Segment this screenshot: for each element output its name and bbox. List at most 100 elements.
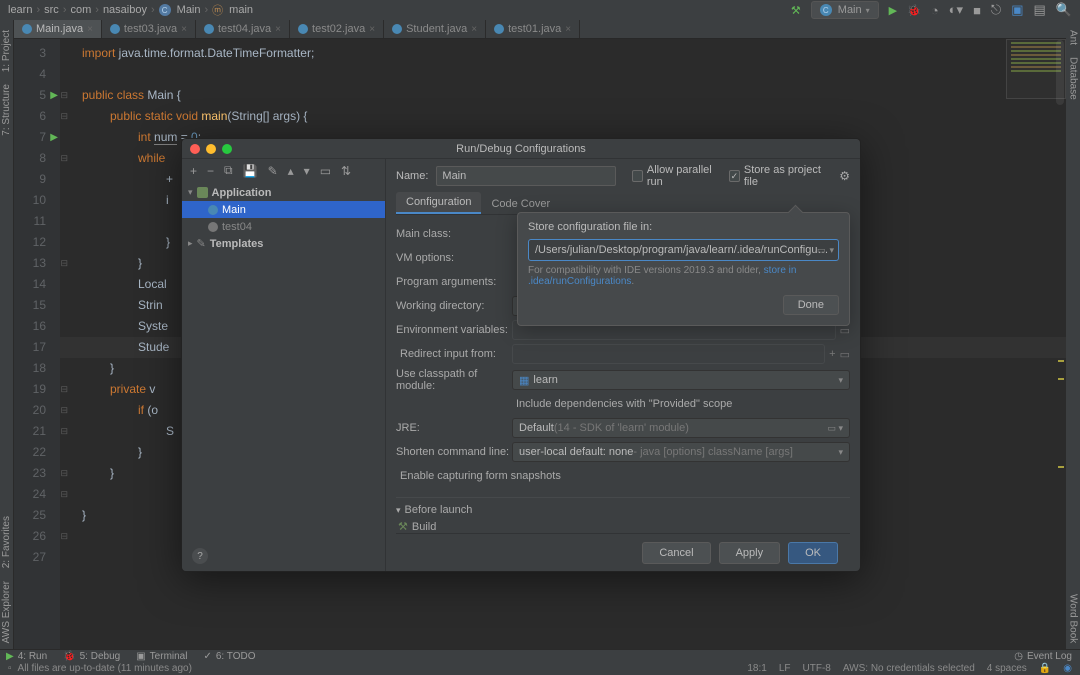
snapshot-checkbox[interactable]: Enable capturing form snapshots xyxy=(396,470,561,482)
close-icon[interactable]: × xyxy=(87,24,93,35)
zoom-window-icon[interactable] xyxy=(222,144,232,154)
fold-icon[interactable]: ⊟ xyxy=(60,421,68,442)
remove-icon[interactable]: − xyxy=(207,164,214,178)
status-encoding[interactable]: UTF-8 xyxy=(803,663,831,674)
debug-tool-tab[interactable]: 🐞5: Debug xyxy=(63,651,120,662)
warning-mark[interactable] xyxy=(1058,378,1064,380)
expand-icon[interactable]: ▸ xyxy=(188,238,193,249)
dialog-titlebar[interactable]: Run/Debug Configurations xyxy=(182,139,860,159)
add-icon[interactable]: + xyxy=(190,164,197,178)
run-config-selector[interactable]: C Main ▾ xyxy=(811,1,879,19)
lock-icon[interactable]: 🔒 xyxy=(1039,663,1051,674)
run-gutter-icon[interactable]: ▶ xyxy=(50,85,58,106)
todo-tool-tab[interactable]: ✓6: TODO xyxy=(203,651,255,662)
status-indent[interactable]: 4 spaces xyxy=(987,663,1027,674)
aws-tool-tab[interactable]: AWS Explorer xyxy=(0,575,13,649)
redirect-input[interactable] xyxy=(512,344,825,364)
folder-icon[interactable]: ▭ xyxy=(320,164,331,178)
warning-mark[interactable] xyxy=(1058,466,1064,468)
terminal-tool-tab[interactable]: ▣Terminal xyxy=(136,651,187,662)
ok-button[interactable]: OK xyxy=(788,542,838,564)
name-input[interactable] xyxy=(436,166,616,186)
status-separator[interactable]: LF xyxy=(779,663,791,674)
warning-mark[interactable] xyxy=(1058,360,1064,362)
breadcrumb-class[interactable]: Main xyxy=(177,4,201,16)
cancel-button[interactable]: Cancel xyxy=(642,542,710,564)
tree-templates-node[interactable]: ▸✎Templates xyxy=(182,235,385,252)
coverage-icon[interactable]: ◔ xyxy=(931,3,939,18)
apply-button[interactable]: Apply xyxy=(719,542,781,564)
scrollbar-thumb[interactable] xyxy=(1056,40,1064,105)
database-tool-tab[interactable]: Database xyxy=(1067,51,1080,106)
close-icon[interactable]: × xyxy=(369,24,375,35)
editor-tab[interactable]: test02.java× xyxy=(290,20,384,38)
fold-icon[interactable]: ⊟ xyxy=(60,379,68,400)
store-project-checkbox[interactable]: Store as project file xyxy=(729,164,827,188)
stop-icon[interactable]: ■ xyxy=(973,3,981,18)
help-icon[interactable]: ? xyxy=(192,548,208,564)
editor-tab[interactable]: test03.java× xyxy=(102,20,196,38)
fold-icon[interactable]: ⊟ xyxy=(60,85,68,106)
close-icon[interactable]: × xyxy=(471,24,477,35)
azure-icon[interactable]: ▣ xyxy=(1011,2,1023,18)
fold-icon[interactable]: ⊟ xyxy=(60,148,68,169)
vertical-scrollbar[interactable] xyxy=(1054,40,1064,630)
expand-icon[interactable]: ▾ xyxy=(188,187,193,198)
fold-icon[interactable]: ⊟ xyxy=(60,253,68,274)
status-linecol[interactable]: 18:1 xyxy=(747,663,766,674)
favorites-tool-tab[interactable]: 2: Favorites xyxy=(0,510,13,574)
debug-icon[interactable]: 🐞 xyxy=(907,4,921,17)
down-icon[interactable]: ▾ xyxy=(304,164,310,178)
project-tool-tab[interactable]: 1: Project xyxy=(0,24,13,78)
before-launch-build[interactable]: ⚒Build xyxy=(396,520,850,533)
structure-tool-tab[interactable]: 7: Structure xyxy=(0,78,13,142)
shorten-select[interactable]: user-local default: none - java [options… xyxy=(512,442,850,462)
breadcrumb-pkg[interactable]: nasaiboy xyxy=(103,4,147,16)
store-path-input[interactable]: /Users/julian/Desktop/program/java/learn… xyxy=(528,239,839,261)
editor-tab[interactable]: test04.java× xyxy=(196,20,290,38)
redirect-label[interactable]: Redirect input from: xyxy=(396,348,512,360)
build-icon[interactable]: ⚒ xyxy=(791,4,801,17)
breadcrumb-project[interactable]: learn xyxy=(8,4,32,16)
done-button[interactable]: Done xyxy=(783,295,839,315)
wordbook-tool-tab[interactable]: Word Book xyxy=(1067,588,1080,649)
chevron-down-icon[interactable]: ▾ xyxy=(829,245,834,256)
fold-icon[interactable]: ⊟ xyxy=(60,484,68,505)
run-tool-tab[interactable]: ▶4: Run xyxy=(6,651,47,662)
editor-tab[interactable]: test01.java× xyxy=(486,20,580,38)
inspection-icon[interactable]: ◉ xyxy=(1063,663,1072,674)
breadcrumb-pkg[interactable]: com xyxy=(70,4,91,16)
minimize-window-icon[interactable] xyxy=(206,144,216,154)
classpath-select[interactable]: ▦learn▾ xyxy=(512,370,850,390)
breadcrumb-src[interactable]: src xyxy=(44,4,59,16)
up-icon[interactable]: ▴ xyxy=(288,164,294,178)
run-icon[interactable]: ▶ xyxy=(889,4,897,17)
save-icon[interactable]: 💾 xyxy=(243,164,258,178)
browse-icon[interactable]: ▭ xyxy=(817,245,826,256)
status-aws[interactable]: AWS: No credentials selected xyxy=(843,663,975,674)
search-icon[interactable]: 🔍 xyxy=(1056,2,1072,18)
include-provided-checkbox[interactable]: Include dependencies with "Provided" sco… xyxy=(512,398,732,410)
jre-select[interactable]: Default (14 - SDK of 'learn' module)▭ ▾ xyxy=(512,418,850,438)
close-window-icon[interactable] xyxy=(190,144,200,154)
fold-icon[interactable]: ⊟ xyxy=(60,463,68,484)
tab-configuration[interactable]: Configuration xyxy=(396,192,481,214)
tree-app-node[interactable]: ▾Application xyxy=(182,184,385,201)
fold-icon[interactable]: ⊟ xyxy=(60,400,68,421)
tree-test04-node[interactable]: test04 xyxy=(182,218,385,235)
close-icon[interactable]: × xyxy=(275,24,281,35)
gear-icon[interactable]: ⚙ xyxy=(839,169,850,183)
breadcrumb-method[interactable]: main xyxy=(229,4,253,16)
editor-tab[interactable]: Main.java× xyxy=(14,20,102,38)
editor-tab[interactable]: Student.java× xyxy=(384,20,486,38)
event-log-tab[interactable]: ◷Event Log xyxy=(1014,651,1072,662)
edit-icon[interactable]: ✎ xyxy=(268,164,278,178)
allow-parallel-checkbox[interactable]: Allow parallel run xyxy=(632,164,721,188)
tab-coverage[interactable]: Code Cover xyxy=(481,194,560,214)
close-icon[interactable]: × xyxy=(181,24,187,35)
tree-main-node[interactable]: Main xyxy=(182,201,385,218)
tree-expand-icon[interactable]: ⇅ xyxy=(341,164,351,178)
expand-icon[interactable]: + xyxy=(829,348,835,360)
browse-icon[interactable]: ▭ xyxy=(840,348,850,361)
ant-tool-tab[interactable]: Ant xyxy=(1067,24,1080,51)
